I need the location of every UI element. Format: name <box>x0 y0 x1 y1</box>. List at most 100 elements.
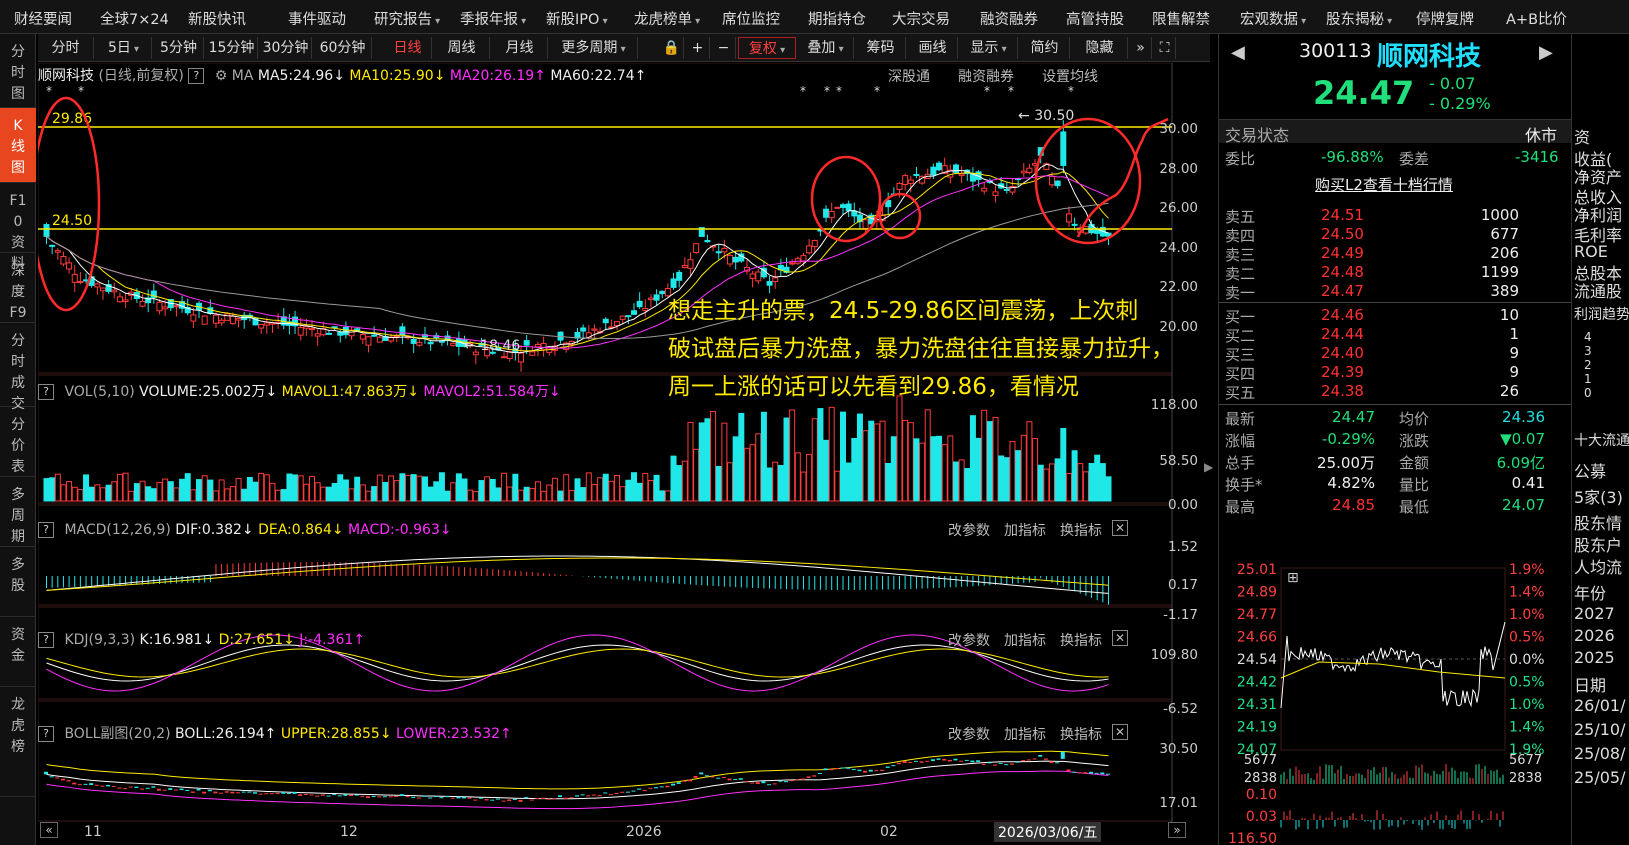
nav-12[interactable]: 高管持股 <box>1066 8 1124 29</box>
f10-item-0[interactable]: 资 <box>1574 124 1590 148</box>
tool-6[interactable]: 隐藏 <box>1072 37 1128 59</box>
f10-item-13[interactable]: 1 <box>1584 372 1592 386</box>
help-icon[interactable]: ? <box>38 632 54 648</box>
f10-item-18[interactable]: 股东情 <box>1574 510 1622 534</box>
leftbar-item-3[interactable]: 深度F9 <box>0 253 36 323</box>
link-set-ma[interactable]: 设置均线 <box>1042 66 1098 86</box>
f10-item-15[interactable]: 十大流通 <box>1574 430 1629 450</box>
period-6[interactable]: 日线 <box>384 37 432 59</box>
leftbar-item-4[interactable]: 分时成交 <box>0 323 36 412</box>
f10-item-28[interactable]: 25/08/ <box>1574 744 1626 763</box>
nav-7[interactable]: 龙虎榜单 <box>634 8 700 29</box>
gear-icon[interactable]: ⚙ <box>215 68 228 84</box>
kdj-link-2[interactable]: 换指标 <box>1060 630 1102 650</box>
leftbar-item-2[interactable]: F10资料 <box>0 183 36 272</box>
leftbar-item-1[interactable]: K线图 <box>0 108 36 183</box>
leftbar-item-8[interactable]: 资金 <box>0 617 36 687</box>
f10-item-8[interactable]: 流通股 <box>1574 278 1622 302</box>
boll-link-2[interactable]: 换指标 <box>1060 724 1102 744</box>
nav-13[interactable]: 限售解禁 <box>1152 8 1210 29</box>
tool-3[interactable]: 画线 <box>908 37 958 59</box>
help-icon[interactable]: ? <box>38 726 54 742</box>
scroll-left-icon[interactable]: « <box>40 822 58 838</box>
f10-item-14[interactable]: 0 <box>1584 386 1592 400</box>
period-9[interactable]: 更多周期 <box>550 37 638 59</box>
f10-item-24[interactable]: 2025 <box>1574 648 1615 667</box>
nav-8[interactable]: 席位监控 <box>722 8 780 29</box>
nav-5[interactable]: 季报年报 <box>460 8 526 29</box>
f10-item-23[interactable]: 2026 <box>1574 626 1615 645</box>
leftbar-item-0[interactable]: 分时图 <box>0 34 36 108</box>
event-marker-icon[interactable]: * <box>836 84 842 98</box>
f10-item-19[interactable]: 股东户 <box>1574 532 1622 556</box>
boll-link-0[interactable]: 改参数 <box>948 724 990 744</box>
leftbar-item-7[interactable]: 多股 <box>0 547 36 617</box>
link-sgt[interactable]: 深股通 <box>888 66 930 86</box>
nav-17[interactable]: A+B比价 <box>1506 8 1567 29</box>
tool-2[interactable]: 筹码 <box>856 37 906 59</box>
zoom-out-icon[interactable]: − <box>712 37 736 59</box>
nav-16[interactable]: 停牌复牌 <box>1416 8 1474 29</box>
l2-link[interactable]: 购买L2查看十档行情 <box>1315 174 1453 195</box>
collapse-panel-icon[interactable]: ▶ <box>1204 460 1213 474</box>
event-marker-icon[interactable]: * <box>800 84 806 98</box>
event-marker-icon[interactable]: * <box>824 84 830 98</box>
kdj-close-icon[interactable]: ✕ <box>1112 630 1128 646</box>
f10-item-16[interactable]: 公募 <box>1574 458 1606 482</box>
kdj-link-1[interactable]: 加指标 <box>1004 630 1046 650</box>
kdj-link-0[interactable]: 改参数 <box>948 630 990 650</box>
help-icon[interactable]: ? <box>188 68 205 84</box>
period-5[interactable]: 60分钟 <box>314 37 372 59</box>
f10-item-20[interactable]: 人均流 <box>1574 554 1622 578</box>
f10-item-10[interactable]: 4 <box>1584 330 1592 344</box>
nav-15[interactable]: 股东揭秘 <box>1326 8 1392 29</box>
next-stock-icon[interactable]: ▶ <box>1539 42 1553 63</box>
period-7[interactable]: 周线 <box>434 37 490 59</box>
event-marker-icon[interactable]: * <box>46 84 52 98</box>
macd-link-0[interactable]: 改参数 <box>948 520 990 540</box>
boll-link-1[interactable]: 加指标 <box>1004 724 1046 744</box>
event-marker-icon[interactable]: * <box>984 84 990 98</box>
f10-item-9[interactable]: 利润趋势 <box>1574 304 1629 324</box>
nav-2[interactable]: 新股快讯 <box>188 8 246 29</box>
macd-link-2[interactable]: 换指标 <box>1060 520 1102 540</box>
period-3[interactable]: 15分钟 <box>206 37 258 59</box>
nav-14[interactable]: 宏观数据 <box>1240 8 1306 29</box>
period-1[interactable]: 5日 <box>96 37 152 59</box>
tool-4[interactable]: 显示 <box>960 37 1018 59</box>
tool-5[interactable]: 简约 <box>1020 37 1070 59</box>
fullscreen-icon[interactable]: ⛶ <box>1154 37 1176 59</box>
event-marker-icon[interactable]: * <box>1008 84 1014 98</box>
macd-link-1[interactable]: 加指标 <box>1004 520 1046 540</box>
tool-1[interactable]: 叠加 <box>798 37 854 59</box>
help-icon[interactable]: ? <box>38 384 54 400</box>
f10-item-11[interactable]: 3 <box>1584 344 1592 358</box>
period-0[interactable]: 分时 <box>38 37 94 59</box>
f10-item-12[interactable]: 2 <box>1584 358 1592 372</box>
f10-item-25[interactable]: 日期 <box>1574 672 1606 696</box>
f10-item-22[interactable]: 2027 <box>1574 604 1615 623</box>
f10-item-26[interactable]: 26/01/ <box>1574 696 1626 715</box>
nav-10[interactable]: 大宗交易 <box>892 8 950 29</box>
nav-6[interactable]: 新股IPO <box>546 8 608 29</box>
leftbar-item-9[interactable]: 龙虎榜 <box>0 687 36 797</box>
event-marker-icon[interactable]: * <box>1068 84 1074 98</box>
period-8[interactable]: 月线 <box>492 37 548 59</box>
lock-icon[interactable]: 🔒 <box>660 37 684 59</box>
zoom-in-icon[interactable]: + <box>686 37 710 59</box>
f10-item-29[interactable]: 25/05/ <box>1574 768 1626 787</box>
nav-11[interactable]: 融资融券 <box>980 8 1038 29</box>
macd-close-icon[interactable]: ✕ <box>1112 520 1128 536</box>
f10-item-27[interactable]: 25/10/ <box>1574 720 1626 739</box>
nav-9[interactable]: 期指持仓 <box>808 8 866 29</box>
f10-item-6[interactable]: ROE <box>1574 242 1608 261</box>
nav-4[interactable]: 研究报告 <box>374 8 440 29</box>
tool-0[interactable]: 复权 <box>738 37 796 59</box>
prev-stock-icon[interactable]: ◀ <box>1231 42 1245 63</box>
leftbar-item-5[interactable]: 分价表 <box>0 407 36 477</box>
link-rzrq[interactable]: 融资融券 <box>958 66 1014 86</box>
f10-item-17[interactable]: 5家(3) <box>1574 484 1623 508</box>
nav-1[interactable]: 全球7×24 <box>100 8 169 29</box>
scroll-right-icon[interactable]: » <box>1168 822 1186 838</box>
help-icon[interactable]: ? <box>38 522 54 538</box>
